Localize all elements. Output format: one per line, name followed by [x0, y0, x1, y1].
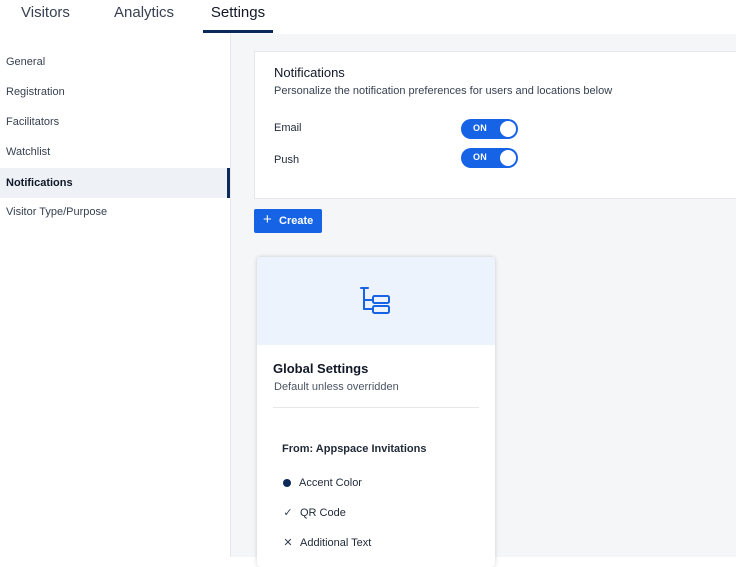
email-toggle-state: ON — [473, 123, 488, 133]
create-button[interactable]: + Create — [254, 209, 322, 233]
sidebar-item-facilitators[interactable]: Facilitators — [0, 107, 230, 137]
settings-sidebar: General Registration Facilitators Watchl… — [0, 34, 231, 557]
card-subtitle: Default unless overridden — [274, 381, 399, 393]
sidebar-item-notifications[interactable]: Notifications — [0, 168, 230, 198]
email-label: Email — [274, 122, 302, 134]
toggle-knob — [500, 121, 516, 137]
tab-settings[interactable]: Settings — [203, 0, 273, 32]
toggle-knob — [500, 150, 516, 166]
card-header — [257, 257, 495, 345]
dot-icon — [283, 479, 291, 487]
sidebar-item-registration[interactable]: Registration — [0, 77, 230, 107]
tab-visitors[interactable]: Visitors — [21, 0, 70, 32]
top-tab-bar: Visitors Analytics Settings — [0, 0, 736, 35]
feature-additional-text: ✕ Additional Text — [283, 537, 372, 549]
plus-icon: + — [263, 211, 272, 228]
tab-analytics[interactable]: Analytics — [114, 0, 174, 32]
from-label: From: Appspace Invitations — [282, 443, 427, 455]
email-toggle[interactable]: ON — [461, 119, 518, 139]
notifications-title: Notifications — [274, 65, 345, 80]
main-content: Notifications Personalize the notificati… — [231, 34, 736, 567]
sidebar-item-watchlist[interactable]: Watchlist — [0, 137, 230, 167]
sidebar-item-general[interactable]: General — [0, 47, 230, 77]
push-toggle-state: ON — [473, 152, 488, 162]
push-label: Push — [274, 154, 300, 166]
create-button-label: Create — [279, 215, 314, 227]
card-title: Global Settings — [273, 361, 369, 376]
feature-qr-code: ✓ QR Code — [283, 507, 346, 519]
active-tab-indicator — [203, 30, 273, 33]
global-settings-card[interactable]: Global Settings Default unless overridde… — [257, 257, 495, 567]
notifications-description: Personalize the notification preferences… — [274, 85, 613, 97]
hierarchy-icon — [360, 287, 390, 314]
push-toggle[interactable]: ON — [461, 148, 518, 168]
sidebar-item-visitor-type-purpose[interactable]: Visitor Type/Purpose — [0, 197, 230, 227]
card-divider — [273, 407, 479, 408]
check-icon: ✓ — [283, 507, 293, 519]
x-icon: ✕ — [283, 537, 293, 549]
notifications-panel: Notifications Personalize the notificati… — [254, 51, 736, 199]
feature-accent-color: Accent Color — [282, 477, 362, 489]
